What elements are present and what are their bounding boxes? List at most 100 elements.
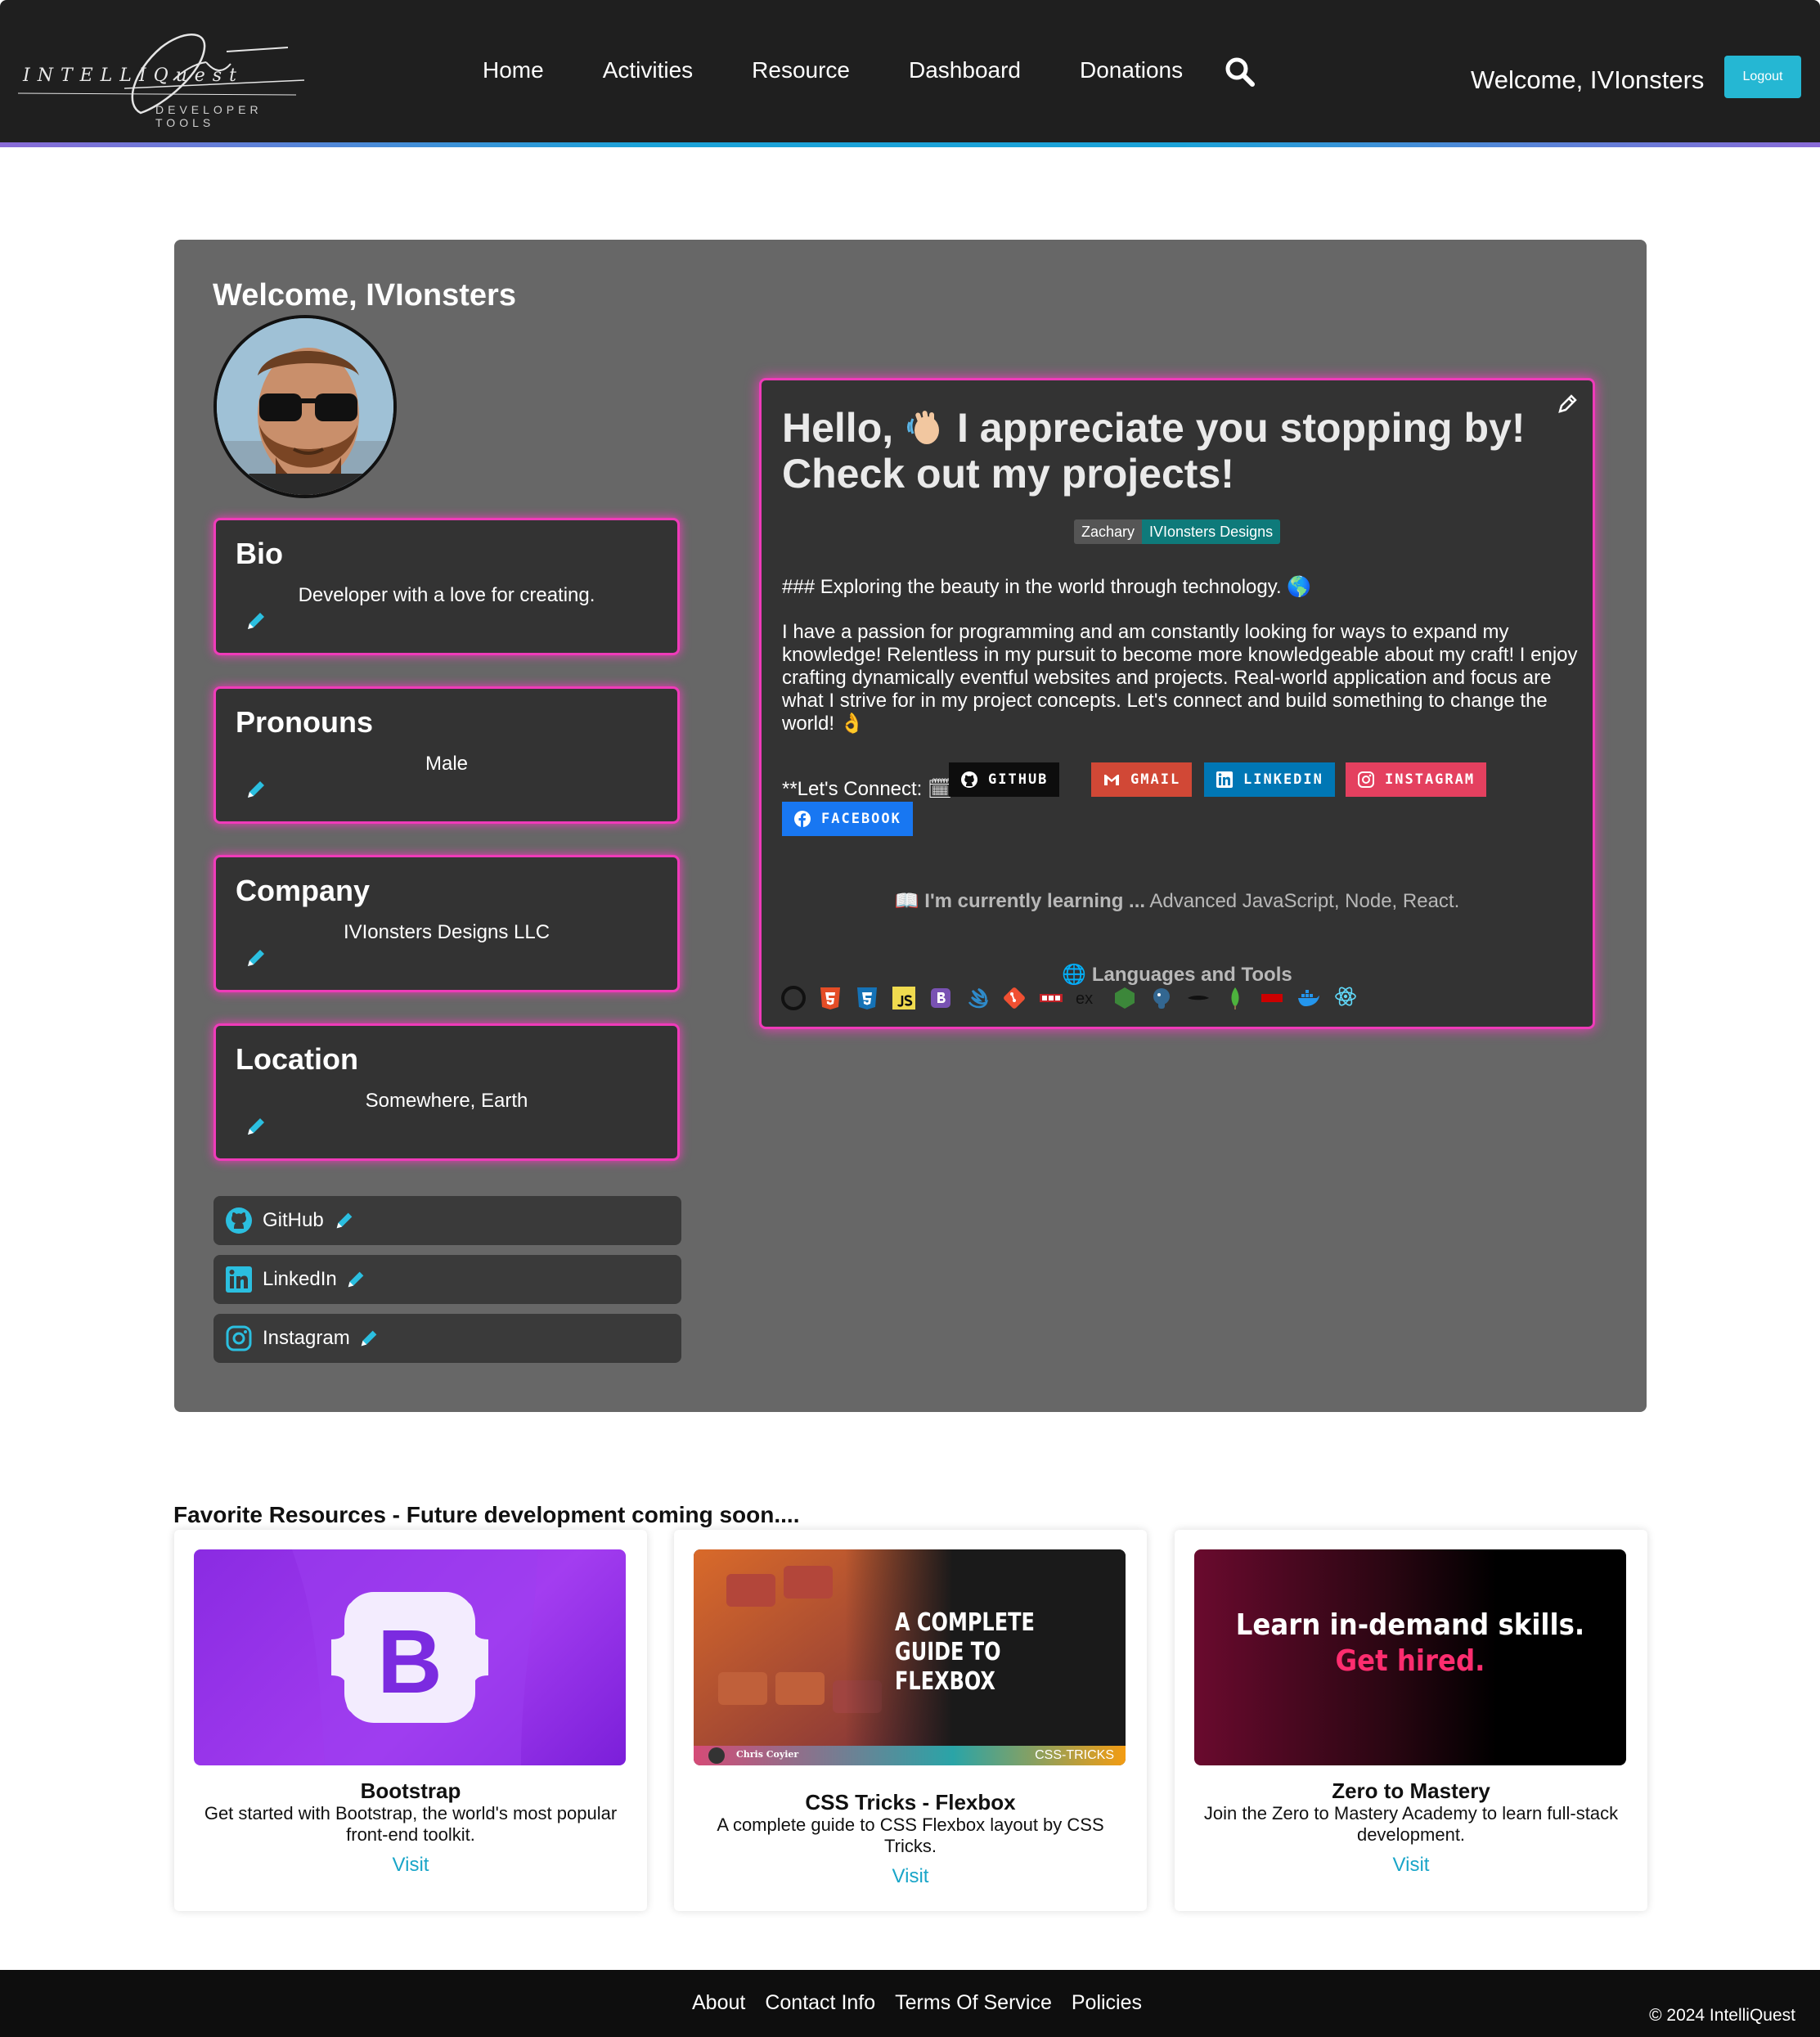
location-card: Location Somewhere, Earth [213,1023,680,1161]
github-badge-label: GITHUB [988,771,1049,788]
linkedin-badge-label: LINKEDIN [1243,771,1323,788]
profile-title: Welcome, IVIonsters [213,278,516,313]
nodejs-icon [1115,987,1135,1009]
linkedin-label: LinkedIn [263,1268,337,1290]
location-value: Somewhere, Earth [365,1090,528,1112]
nav-dashboard[interactable]: Dashboard [909,57,1021,83]
bootstrap-image: B [194,1549,626,1765]
flexbox-image-author: Chris Coyier [736,1749,799,1760]
mongoose-icon [1188,996,1209,1001]
readme-heading-text: I appreciate you stopping by! Check out … [782,405,1526,497]
name-badge: Zachary IVIonsters Designs [1074,519,1281,544]
edit-location-pencil-icon[interactable] [244,1114,268,1139]
gmail-badge-label: GMAIL [1130,771,1181,788]
instagram-badge-label: INSTAGRAM [1385,771,1476,788]
avatar [213,315,397,498]
bio-title: Bio [236,537,283,570]
swift-icon [968,987,989,1009]
resource-desc: Get started with Bootstrap, the world's … [204,1803,618,1845]
instagram-icon [1358,771,1374,788]
pronouns-value: Male [425,753,469,775]
footer-copyright: © 2024 IntelliQuest [1649,2006,1795,2025]
facebook-badge-button[interactable]: FACEBOOK [782,802,913,836]
footer-links: About Contact Info Terms Of Service Poli… [692,1991,1162,2015]
resource-visit-link[interactable]: Visit [174,1854,647,1877]
edit-instagram-pencil-icon[interactable] [357,1327,380,1350]
nav-home[interactable]: Home [483,57,544,83]
social-linkedin[interactable]: LinkedIn [213,1255,681,1304]
badge-left: Zachary [1074,519,1143,544]
npm-icon [1040,994,1063,1002]
edit-company-pencil-icon[interactable] [244,946,268,970]
currently-learning: 📖 I'm currently learning ... Advanced Ja… [762,889,1593,913]
resource-desc: A complete guide to CSS Flexbox layout b… [717,1814,1104,1856]
flexbox-image-title: A COMPLETE GUIDE TO FLEXBOX [895,1608,1035,1696]
footer-policies[interactable]: Policies [1072,1991,1142,2015]
javascript-icon [892,987,915,1010]
github-icon [961,771,977,788]
express-icon: ex [1076,990,1093,1008]
svg-text:B: B [377,1612,442,1712]
svg-text:ex: ex [1076,990,1093,1008]
github-icon [226,1207,252,1234]
footer-about[interactable]: About [692,1991,745,2015]
resources-title: Favorite Resources - Future development … [173,1502,800,1527]
gmail-icon [1104,775,1119,785]
social-instagram[interactable]: Instagram [213,1314,681,1363]
mongodb-icon [1231,987,1239,1010]
tools-icon-row: ex [781,986,1370,1010]
waving-hand-icon [907,411,940,444]
bio-card: Bio Developer with a love for creating. [213,518,680,655]
pronouns-card: Pronouns Male [213,686,680,824]
linkedin-badge-button[interactable]: LINKEDIN [1204,762,1335,797]
readme-heading-hello: Hello, [782,405,894,451]
edit-pronouns-pencil-icon[interactable] [244,777,268,802]
html5-icon [820,987,840,1010]
github-icon [781,986,806,1010]
footer-terms[interactable]: Terms Of Service [895,1991,1052,2015]
learning-value: Advanced JavaScript, Node, React. [1149,890,1460,912]
location-title: Location [236,1042,358,1076]
instagram-badge-button[interactable]: INSTAGRAM [1346,762,1487,797]
lets-connect-label: **Let's Connect: 🗓 ** [782,778,973,800]
nav-resource[interactable]: Resource [752,57,850,83]
resource-card-zero-to-mastery: Learn in-demand skills. Get hired. Zero … [1175,1530,1647,1911]
github-badge-button[interactable]: GITHUB [949,762,1060,797]
github-label: GitHub [263,1209,324,1231]
nav-gradient-line [0,142,1820,147]
linkedin-icon [1216,771,1233,788]
postgresql-icon [1153,988,1170,1009]
languages-tools-title: 🌐 Languages and Tools [1062,964,1292,986]
bio-value: Developer with a love for creating. [298,584,595,606]
intelliquest-logo[interactable]: INTELLIQuest DEVELOPER TOOLS [18,15,312,129]
logout-button[interactable]: Logout [1724,56,1801,98]
resource-visit-link[interactable]: Visit [674,1865,1147,1888]
nav-donations[interactable]: Donations [1080,57,1183,83]
gmail-badge-button[interactable]: GMAIL [1091,762,1193,797]
edit-github-pencil-icon[interactable] [333,1209,356,1232]
rails-icon [1261,994,1283,1002]
ztm-image: Learn in-demand skills. Get hired. [1194,1549,1626,1765]
footer-contact[interactable]: Contact Info [765,1991,875,2015]
edit-linkedin-pencil-icon[interactable] [344,1268,367,1291]
logo-wordmark: INTELLIQuest [23,65,244,86]
social-github[interactable]: GitHub [213,1196,681,1245]
bootstrap-icon [931,988,950,1008]
footer: About Contact Info Terms Of Service Poli… [0,1970,1820,2037]
logo-tagline: DEVELOPER TOOLS [155,103,263,129]
resource-visit-link[interactable]: Visit [1175,1854,1647,1877]
react-icon [1335,987,1356,1006]
pronouns-title: Pronouns [236,705,373,739]
nav-activities[interactable]: Activities [603,57,693,83]
instagram-label: Instagram [263,1327,350,1349]
edit-bio-pencil-icon[interactable] [244,609,268,633]
company-value: IVIonsters Designs LLC [343,921,550,943]
docker-icon [1298,990,1319,1006]
welcome-user: Welcome, IVIonsters [1471,65,1705,94]
resource-name: Zero to Mastery [1332,1778,1490,1803]
search-icon[interactable] [1224,56,1256,88]
readme-paragraph: I have a passion for programming and am … [782,621,1578,735]
flexbox-image-brand: CSS-TRICKS [1035,1748,1114,1762]
css3-icon [857,987,877,1010]
facebook-badge-label: FACEBOOK [821,811,901,827]
